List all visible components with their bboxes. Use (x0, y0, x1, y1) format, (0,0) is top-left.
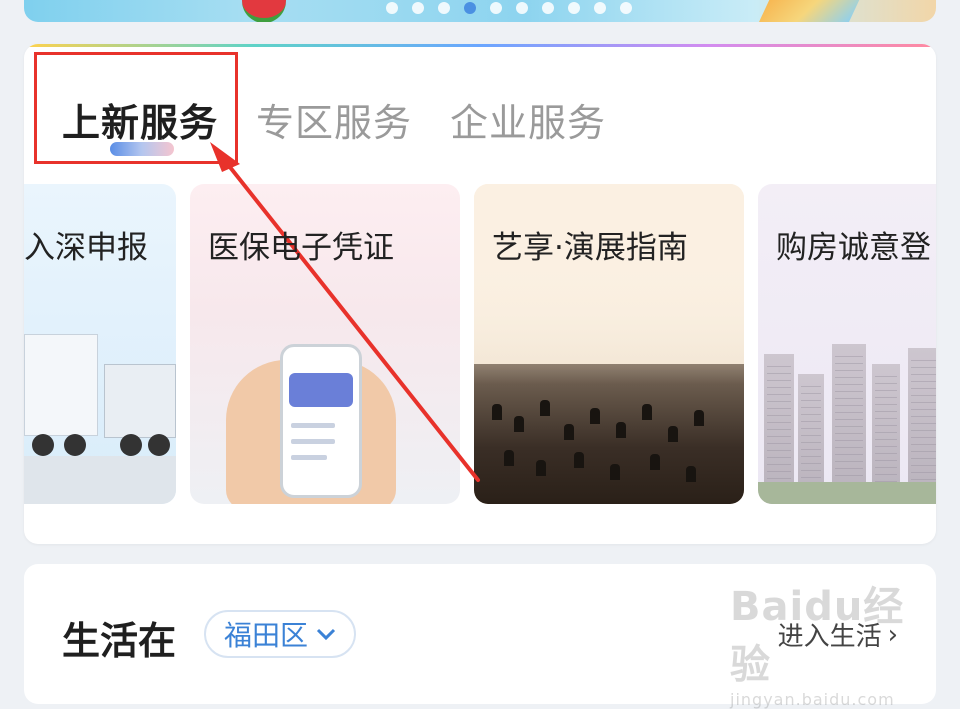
tile-title: 医保电子凭证 (208, 230, 394, 266)
tile-title: 购房诚意登 (776, 230, 931, 266)
annotation-arrow (210, 142, 480, 482)
tile-title: 艺享·演展指南 (492, 230, 688, 266)
tile-title: 入深申报 (24, 230, 148, 266)
